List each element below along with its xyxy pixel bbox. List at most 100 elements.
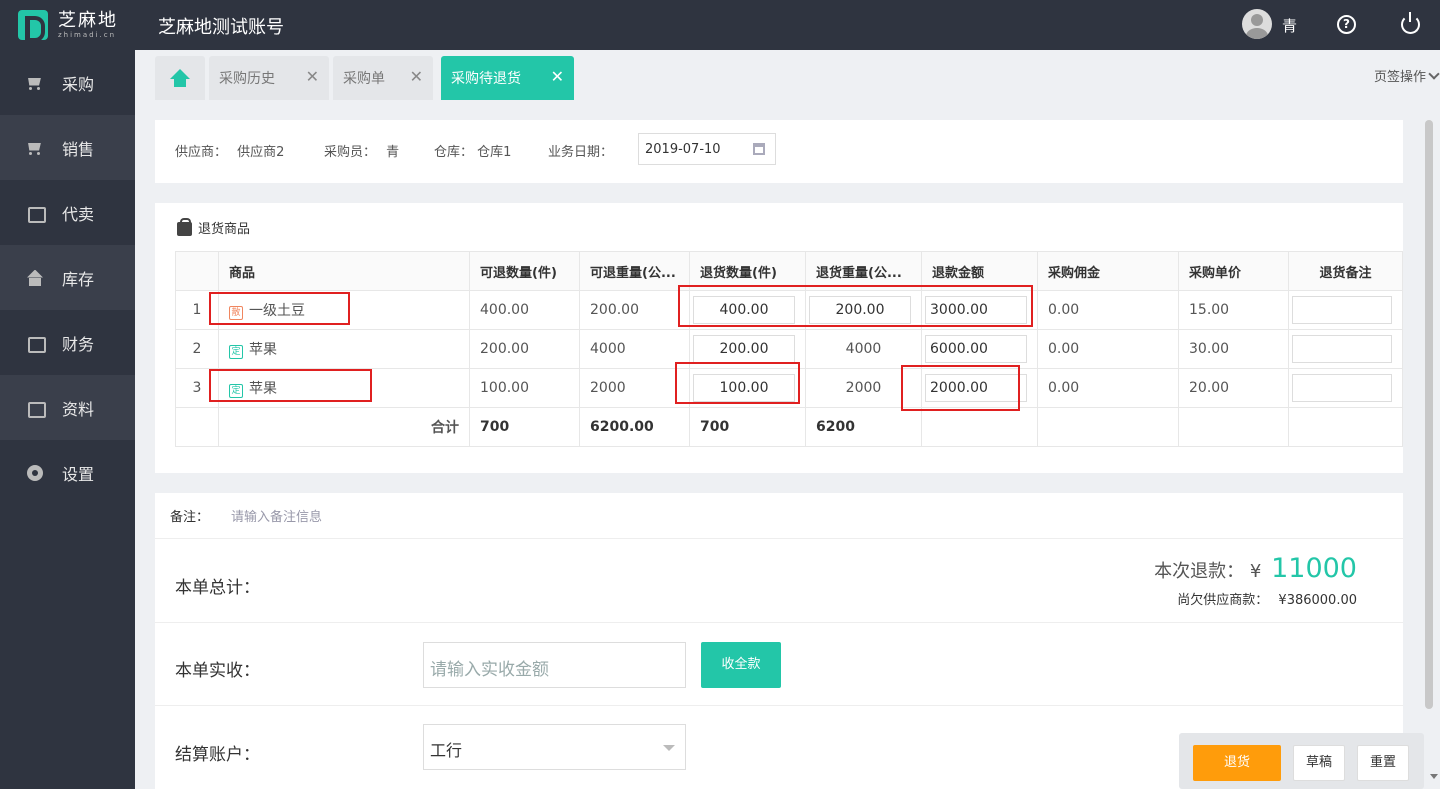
sidebar-item-purchase[interactable]: 采购 [0, 50, 135, 115]
warehouse-icon [26, 270, 44, 286]
actual-amount-input[interactable]: 请输入实收金额 [423, 642, 686, 688]
bulk-tag: 散 [229, 306, 243, 320]
buyer-label: 采购员： [324, 145, 377, 160]
close-icon[interactable]: ✕ [306, 69, 319, 85]
help-icon[interactable]: ? [1337, 15, 1356, 34]
total-label: 本单总计： [175, 578, 260, 598]
return-goods-table: 商品 可退数量(件) 可退重量(公... 退货数量(件) 退货重量(公... 退… [175, 251, 1403, 447]
tab-purchase-order[interactable]: 采购单 ✕ [333, 56, 433, 100]
owe-amount: ¥386000.00 [1278, 593, 1357, 608]
sum-label: 合计 [218, 407, 470, 447]
return-remark-input[interactable] [1292, 374, 1392, 402]
section-title: 退货商品 [198, 222, 251, 237]
date-label: 业务日期： [548, 145, 614, 160]
scrollbar[interactable] [1425, 120, 1433, 709]
sidebar-item-label: 代卖 [62, 204, 95, 224]
return-remark-input[interactable] [1292, 296, 1392, 324]
sidebar-item-label: 资料 [62, 399, 95, 419]
actual-label: 本单实收： [175, 661, 260, 681]
sidebar-item-inventory[interactable]: 库存 [0, 245, 135, 310]
remark-label: 备注： [170, 510, 210, 525]
refund-label: 本次退款： [1154, 561, 1245, 582]
sidebar-item-data[interactable]: 资料 [0, 375, 135, 440]
refund-amount-input[interactable]: 2000.00 [925, 374, 1027, 402]
sidebar-item-consign[interactable]: 代卖 [0, 180, 135, 245]
return-goods-panel: 退货商品 商品 可退数量(件) 可退重量(公... 退货数量(件) 退货重量(公… [155, 203, 1403, 473]
product-cell[interactable]: 定苹果 [218, 368, 470, 408]
account-label: 结算账户： [175, 745, 260, 765]
product-cell[interactable]: 散一级土豆 [218, 290, 470, 330]
sidebar-item-settings[interactable]: 设置 [0, 440, 135, 505]
logo-icon [18, 10, 48, 42]
refund-amount-input[interactable]: 3000.00 [925, 296, 1027, 324]
return-weight-input[interactable]: 200.00 [809, 296, 911, 324]
account-title: 芝麻地测试账号 [158, 17, 284, 38]
column-header: 可退数量(件) [469, 251, 580, 291]
buyer-value: 青 [386, 145, 400, 160]
draft-button[interactable]: 草稿 [1293, 745, 1345, 781]
tab-purchase-return[interactable]: 采购待退货 ✕ [441, 56, 574, 100]
product-cell[interactable]: 定苹果 [218, 329, 470, 369]
close-icon[interactable]: ✕ [410, 69, 423, 85]
supplier-label: 供应商： [175, 145, 228, 160]
return-qty-input[interactable]: 100.00 [693, 374, 795, 402]
table-sum-row: 合计 700 6200.00 700 6200 [175, 407, 1403, 447]
table-row: 1 散一级土豆 400.00 200.00 400.00 200.00 3000… [175, 290, 1403, 330]
logo-text: 芝麻地 [58, 9, 118, 31]
user-name[interactable]: 青 [1282, 15, 1297, 36]
column-header: 退款金额 [921, 251, 1038, 291]
sidebar-item-label: 采购 [62, 74, 95, 94]
table-row: 3 定苹果 100.00 2000 100.00 2000 2000.00 0.… [175, 368, 1403, 408]
warehouse-label: 仓库： [434, 145, 474, 160]
data-icon [26, 400, 46, 418]
account-select[interactable]: 工行 [423, 724, 686, 770]
return-qty-input[interactable]: 400.00 [693, 296, 795, 324]
consign-icon [26, 205, 46, 223]
fixed-tag: 定 [229, 384, 243, 398]
reset-button[interactable]: 重置 [1357, 745, 1409, 781]
column-header: 可退重量(公... [579, 251, 690, 291]
scroll-down-icon[interactable] [1430, 774, 1438, 779]
sales-icon [26, 140, 44, 156]
avatar[interactable] [1242, 9, 1272, 39]
finance-icon [26, 335, 46, 353]
table-header: 商品 可退数量(件) 可退重量(公... 退货数量(件) 退货重量(公... 退… [175, 251, 1403, 291]
home-icon [170, 69, 190, 87]
order-info-panel: 供应商： 供应商2 采购员： 青 仓库： 仓库1 业务日期： 2019-07-1… [155, 120, 1403, 183]
sidebar-item-sales[interactable]: 销售 [0, 115, 135, 180]
owe-label: 尚欠供应商款： [1177, 593, 1269, 608]
tab-home[interactable] [155, 56, 205, 100]
close-icon[interactable]: ✕ [551, 69, 564, 85]
chevron-down-icon [1428, 68, 1440, 80]
table-row: 2 定苹果 200.00 4000 200.00 4000 6000.00 0.… [175, 329, 1403, 369]
return-remark-input[interactable] [1292, 335, 1392, 363]
date-picker[interactable]: 2019-07-10 [638, 133, 776, 165]
return-qty-input[interactable]: 200.00 [693, 335, 795, 363]
calendar-icon[interactable] [753, 143, 765, 155]
logo-subtext: zhimadi.cn [58, 30, 117, 39]
action-bar: 退货 草稿 重置 [1179, 733, 1424, 789]
fixed-tag: 定 [229, 345, 243, 359]
collect-all-button[interactable]: 收全款 [701, 642, 781, 688]
column-header: 退货重量(公... [805, 251, 922, 291]
tab-bar: 采购历史 ✕ 采购单 ✕ 采购待退货 ✕ 页签操作 [135, 50, 1440, 100]
bag-icon [177, 217, 192, 236]
logout-icon[interactable] [1401, 12, 1420, 34]
column-header: 采购单价 [1178, 251, 1289, 291]
remark-input[interactable]: 请输入备注信息 [231, 506, 322, 525]
tab-operations-menu[interactable]: 页签操作 [1374, 66, 1440, 85]
chevron-down-icon [663, 745, 675, 751]
sidebar: 采购 销售 代卖 库存 财务 资料 设置 [0, 50, 135, 789]
return-button[interactable]: 退货 [1193, 745, 1281, 781]
supplier-value: 供应商2 [237, 145, 285, 160]
sidebar-item-label: 财务 [62, 334, 95, 354]
logo[interactable]: 芝麻地 zhimadi.cn [18, 9, 118, 42]
refund-amount-input[interactable]: 6000.00 [925, 335, 1027, 363]
tab-purchase-history[interactable]: 采购历史 ✕ [209, 56, 329, 100]
sidebar-item-label: 库存 [62, 269, 95, 289]
top-bar: 芝麻地 zhimadi.cn 芝麻地测试账号 青 ? [0, 0, 1440, 50]
sidebar-item-finance[interactable]: 财务 [0, 310, 135, 375]
column-header: 退货数量(件) [689, 251, 806, 291]
column-header: 退货备注 [1288, 251, 1403, 291]
gear-icon [26, 464, 44, 481]
